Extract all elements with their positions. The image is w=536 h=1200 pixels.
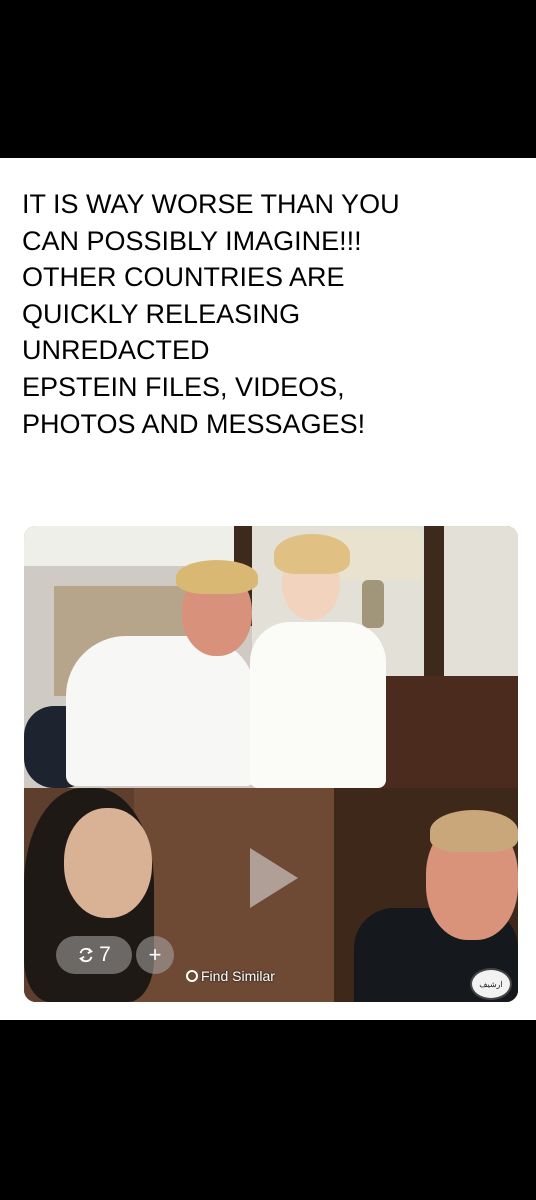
add-icon: +: [148, 942, 162, 967]
caption-line: CAN POSSIBLY IMAGINE!!!: [22, 225, 362, 256]
caption-line: OTHER COUNTRIES ARE: [22, 262, 345, 293]
girl-face: [64, 808, 152, 918]
caption-line: QUICKLY RELEASING: [22, 298, 301, 329]
mirror-frame: [424, 526, 444, 676]
caption-line: PHOTOS AND MESSAGES!: [22, 408, 366, 439]
man-hair-bottom: [430, 810, 518, 852]
girl-dress: [250, 622, 386, 788]
watermark-logo-text: ارشيف: [479, 979, 503, 989]
find-similar-label: Find Similar: [201, 968, 275, 984]
repost-count: 7: [99, 943, 111, 966]
lamp-base: [362, 580, 384, 628]
caption-line: EPSTEIN FILES, VIDEOS,: [22, 371, 345, 402]
find-similar-icon: [186, 970, 198, 982]
caption-line: IT IS WAY WORSE THAN YOU: [22, 189, 400, 219]
caption-line: UNREDACTED: [22, 335, 210, 366]
repost-button[interactable]: 7: [56, 936, 132, 974]
add-button[interactable]: +: [136, 936, 174, 974]
find-similar-link[interactable]: Find Similar: [186, 968, 275, 984]
video-frame-top: [24, 526, 518, 788]
man-hair: [176, 560, 258, 594]
play-icon[interactable]: [250, 848, 298, 908]
post-caption: IT IS WAY WORSE THAN YOU CAN POSSIBLY IM…: [22, 186, 522, 442]
video-thumbnail[interactable]: 7 + Find Similar ارشيف: [24, 526, 518, 1002]
watermark-logo: ارشيف: [470, 968, 512, 1000]
repost-icon: [79, 947, 94, 963]
man-shirt: [66, 636, 256, 786]
desk: [376, 676, 518, 788]
girl-hair: [274, 534, 350, 574]
